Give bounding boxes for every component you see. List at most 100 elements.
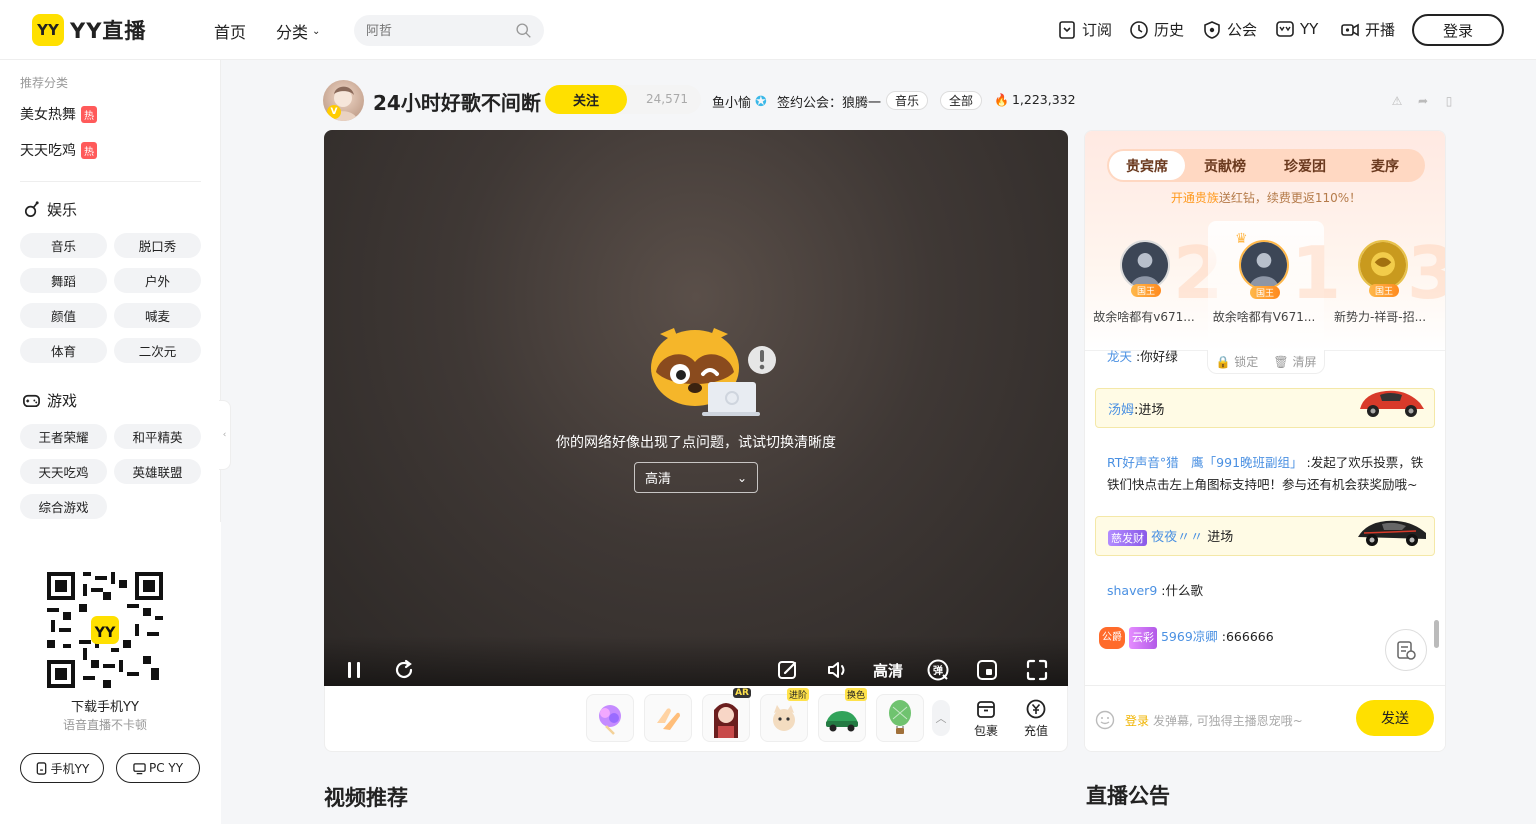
category-pill[interactable]: 英雄联盟 [114,459,201,484]
nav-start-live[interactable]: 开播 [1340,19,1395,40]
login-button[interactable]: 登录 [1412,14,1504,46]
category-pill[interactable]: 舞蹈 [20,268,107,293]
follow-button[interactable]: 关注 [545,85,627,114]
chat-message: 公爵 云彩 5969凉卿 :666666 [1099,626,1417,649]
chevron-down-icon: ⌄ [736,470,747,485]
tab-mic-queue[interactable]: 麦序 [1347,149,1423,182]
message-settings-button[interactable] [1385,629,1427,671]
video-player[interactable]: 你的网络好像出现了点问题，试试切换清晰度 高清 ⌄ 高清 弹 [324,130,1068,686]
nav-history[interactable]: 历史 [1129,19,1184,40]
category-pill[interactable]: 和平精英 [114,424,201,449]
category-pill[interactable]: 天天吃鸡 [20,459,107,484]
nav-guild[interactable]: 公会 [1202,19,1257,40]
guest-name[interactable]: 新势力-祥哥-招... [1327,308,1433,325]
sidebar-item-label: 天天吃鸡 [20,143,76,159]
guest-avatar[interactable] [1120,240,1170,290]
guest-name[interactable]: 故余啥都有V671... [1211,308,1317,325]
nav-category[interactable]: 分类 ⌄ [276,19,320,43]
gift-item[interactable]: 进阶 [760,688,809,742]
mobile-watch-icon[interactable]: ▯ [1442,94,1456,108]
category-pill[interactable]: 颜值 [20,303,107,328]
chat-user[interactable]: 汤姆 [1108,403,1134,418]
danmaku-edit-button[interactable] [776,658,800,682]
anchor-avatar[interactable]: V [323,80,364,121]
recharge-button[interactable]: 充值 [1016,698,1056,739]
tab-vip[interactable]: 贵宾席 [1109,151,1185,180]
pip-button[interactable] [975,658,999,682]
search-icon[interactable] [515,22,532,39]
edit-icon [778,661,797,679]
category-pill[interactable]: 体育 [20,338,107,363]
nav-yy[interactable]: YY [1275,19,1318,39]
guest-avatar[interactable] [1358,240,1408,290]
room-tag[interactable]: 音乐 [886,91,929,110]
volume-button[interactable] [826,658,850,682]
chat-user[interactable]: RT好声音°猎 鹰「991晚班副组」 [1107,455,1303,470]
follow-count: 24,571 [646,92,688,106]
danmaku-toggle-button[interactable]: 弹 [926,658,950,682]
gift-item[interactable]: 换色 [818,688,867,742]
category-pill[interactable]: 喊麦 [114,303,201,328]
tab-contribution[interactable]: 贡献榜 [1187,149,1263,182]
chat-login-link[interactable]: 登录 [1125,712,1149,729]
gift-expand-button[interactable]: ︿ [932,700,950,736]
chat-tabs: 贵宾席 贡献榜 珍爱团 麦序 [1107,149,1425,182]
yy-logo[interactable]: YY YY直播 [32,13,146,47]
emoji-icon[interactable] [1095,710,1115,730]
chat-text: 什么歌 [1165,583,1203,598]
signed-guild[interactable]: 签约公会：狼腾一 [777,92,881,111]
quality-button[interactable]: 高清 [873,660,903,681]
sidebar-item-hot-dance[interactable]: 美女热舞 热 [20,104,97,124]
category-pill[interactable]: 户外 [114,268,201,293]
nobility-promo[interactable]: 开通贵族送红钻，续费更返110%！ [1085,189,1445,206]
chat-user[interactable]: shaver9 [1107,583,1157,598]
gift-tag: 换色 [844,688,867,701]
category-pill[interactable]: 脱口秀 [114,233,201,258]
quality-select[interactable]: 高清 ⌄ [634,462,758,493]
guest-avatar[interactable] [1239,240,1289,290]
sidebar-item-chicken[interactable]: 天天吃鸡 热 [20,140,97,160]
download-pc-button[interactable]: PC YY [116,753,200,783]
chat-input[interactable]: 发弹幕, 可独得主播恩宠哦~ [1153,712,1303,729]
chat-user[interactable]: 夜夜〃〃 [1151,530,1203,545]
category-games[interactable]: 游戏 [22,390,77,411]
bag-button[interactable]: 包裹 [966,698,1006,739]
crown-icon: ♛ [1235,231,1248,247]
category-pill[interactable]: 音乐 [20,233,107,258]
gift-item[interactable] [876,694,924,742]
sidebar-item-label: 美女热舞 [20,107,76,123]
pause-button[interactable] [342,658,366,682]
category-pill[interactable]: 王者荣耀 [20,424,107,449]
share-icon[interactable]: ➦ [1416,94,1430,108]
fullscreen-button[interactable] [1025,658,1049,682]
category-entertainment[interactable]: 娱乐 [22,199,77,220]
gift-item[interactable]: AR [702,688,751,742]
yen-coin-icon [1026,699,1046,719]
chat-scrollbar[interactable] [1434,620,1439,648]
tab-fan-club[interactable]: 珍爱团 [1267,149,1343,182]
gift-tag: AR [733,688,751,698]
chevron-up-icon: ︿ [935,712,947,725]
refresh-button[interactable] [392,658,416,682]
gift-item[interactable] [644,694,692,742]
category-pill[interactable]: 二次元 [114,338,201,363]
room-tag[interactable]: 全部 [940,91,983,110]
chat-user[interactable]: 5969凉卿 [1161,629,1218,644]
sidebar-collapse-handle[interactable]: ‹ [219,400,231,470]
enter-notice: 慈发财 夜夜〃〃 进场 [1095,516,1435,556]
chat-user[interactable]: 龙天 [1107,349,1132,364]
chat-input-bar: 登录 发弹幕, 可独得主播恩宠哦~ 发送 [1085,685,1445,751]
category-pill[interactable]: 综合游戏 [20,494,107,519]
anchor-name[interactable]: 鱼小愉 ✪ [712,92,767,112]
search-input[interactable] [366,21,506,41]
send-button[interactable]: 发送 [1356,700,1434,736]
nav-home[interactable]: 首页 [214,19,246,43]
nav-subscribe[interactable]: 订阅 [1057,19,1112,40]
king-badge: 国王 [1250,286,1280,299]
guest-name[interactable]: 故余啥都有v671... [1091,308,1197,325]
gift-item[interactable] [586,694,634,742]
cotton-candy-gift-icon [599,705,621,735]
recharge-label: 充值 [1023,724,1048,738]
report-icon[interactable]: ⚠ [1390,94,1404,108]
download-mobile-button[interactable]: 手机YY [20,753,104,783]
